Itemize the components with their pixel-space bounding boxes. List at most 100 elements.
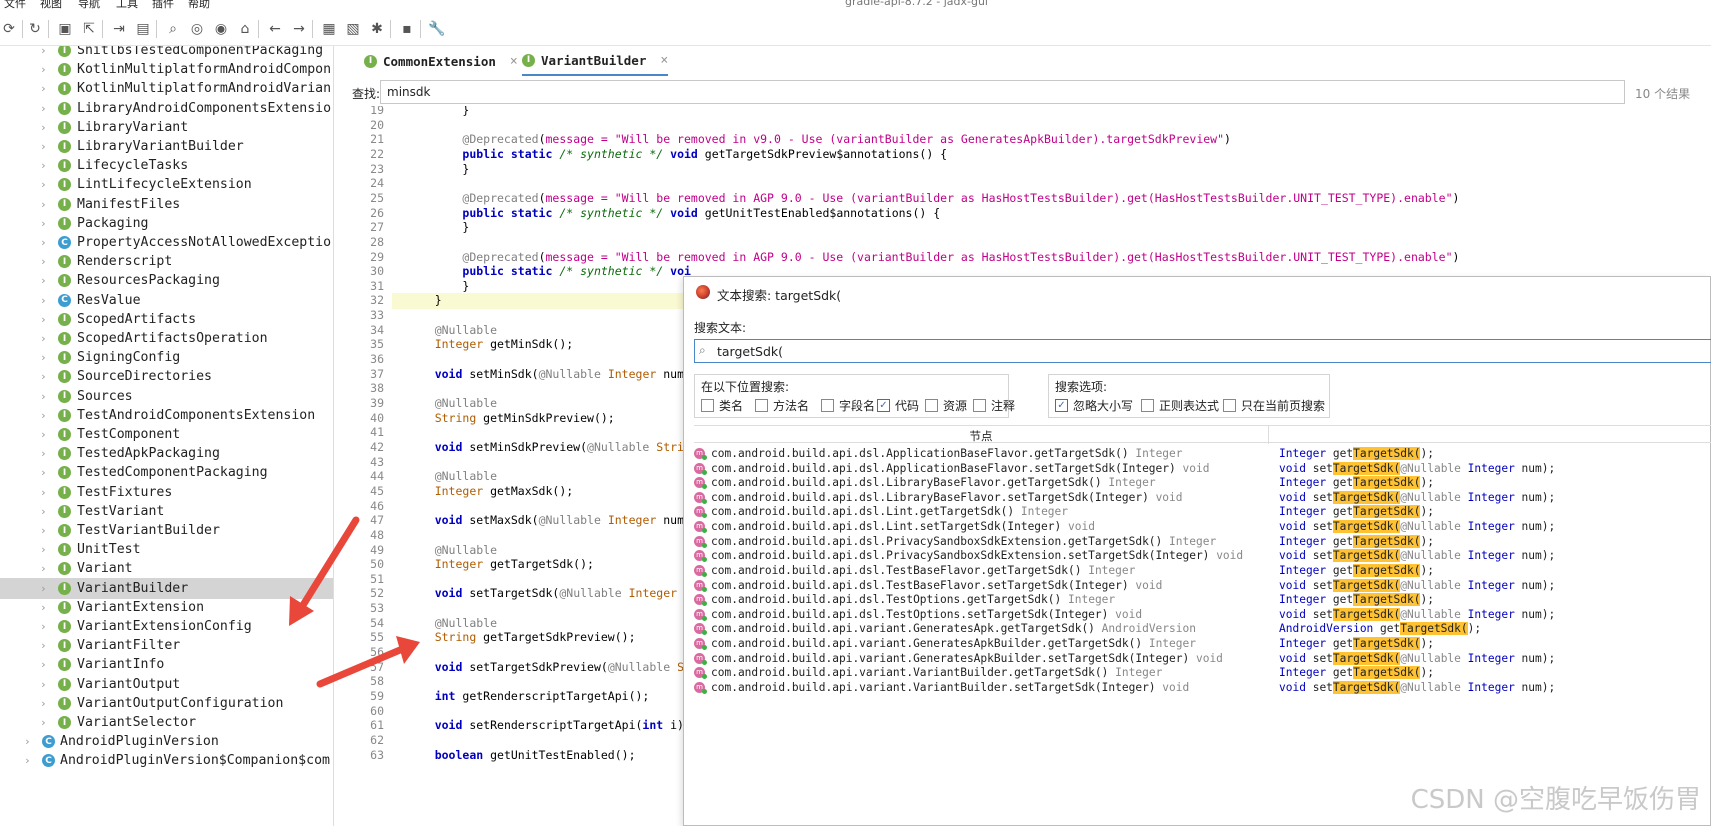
chevron-right-icon[interactable]: › [40,639,47,652]
chevron-right-icon[interactable]: › [40,46,47,57]
checkbox-unchecked-icon[interactable] [755,399,768,412]
chevron-right-icon[interactable]: › [40,601,47,614]
close-icon[interactable]: × [510,54,518,69]
chevron-right-icon[interactable]: › [40,428,47,441]
tree-item[interactable]: › I LibraryAndroidComponentsExtensio [0,98,333,119]
checkbox-option[interactable]: 类名 [701,397,743,414]
checkbox-unchecked-icon[interactable] [701,399,714,412]
chevron-right-icon[interactable]: › [40,505,47,518]
tree-item[interactable]: › I TestAndroidComponentsExtension [0,405,333,426]
checkbox-option[interactable]: 资源 [925,397,967,414]
tree-item[interactable]: › I ScopedArtifactsOperation [0,328,333,349]
tree-item[interactable]: › I VariantOutput [0,674,333,695]
chevron-right-icon[interactable]: › [40,351,47,364]
checkbox-option[interactable]: 注释 [973,397,1015,414]
column-separator[interactable] [1268,426,1269,444]
tab-variantbuilder[interactable]: I VariantBuilder × [522,46,669,76]
chevron-right-icon[interactable]: › [40,447,47,460]
result-row[interactable]: m com.android.build.api.variant.Generates… [694,636,1711,651]
script-icon[interactable]: ✱ [368,20,386,38]
tree-item[interactable]: › I SourceDirectories [0,366,333,387]
result-row[interactable]: m com.android.build.api.dsl.PrivacySandbo… [694,548,1711,563]
tree-item[interactable]: › I LintLifecycleExtension [0,174,333,195]
export-icon[interactable]: ⇱ [80,20,98,38]
chevron-right-icon[interactable]: › [40,543,47,556]
tree-item[interactable]: › I VariantFilter [0,635,333,656]
menu-plugins[interactable]: 插件 [152,0,174,11]
sync-icon[interactable]: ⟳ [0,20,18,38]
checkbox-option[interactable]: 字段名 [821,397,875,414]
tree-item[interactable]: › C ResValue [0,290,333,311]
chevron-right-icon[interactable]: › [40,102,47,115]
chevron-right-icon[interactable]: › [40,409,47,422]
checkbox-checked-icon[interactable]: ✓ [877,399,890,412]
tree-item[interactable]: › I TestFixtures [0,482,333,503]
chevron-right-icon[interactable]: › [40,274,47,287]
tree-item[interactable]: › I SigningConfig [0,347,333,368]
tree-item[interactable]: › I KotlinMultiplatformAndroidVarian [0,78,333,99]
chevron-right-icon[interactable]: › [40,63,47,76]
tree-item[interactable]: › I Sources [0,386,333,407]
search-icon[interactable]: ⌕ [164,20,182,38]
tree-item[interactable]: › I TestVariant [0,501,333,522]
chevron-right-icon[interactable]: › [40,217,47,230]
chevron-right-icon[interactable]: › [40,255,47,268]
tree-item[interactable]: › I VariantOutputConfiguration [0,693,333,714]
result-row[interactable]: m com.android.build.api.dsl.LibraryBaseFl… [694,490,1711,505]
chevron-right-icon[interactable]: › [24,754,31,767]
tree-item[interactable]: › I KotlinMultiplatformAndroidCompon [0,59,333,80]
home-icon[interactable]: ⌂ [236,20,254,38]
chevron-right-icon[interactable]: › [40,466,47,479]
tree-item[interactable]: › I VariantSelector [0,712,333,733]
search-text-input[interactable]: ⌕ targetSdk( [694,339,1711,363]
tab-commonextension[interactable]: I CommonExtension × [364,46,518,76]
column-header-node[interactable]: 节点 [694,428,1268,444]
tree-item[interactable]: › I Renderscript [0,251,333,272]
tree-item[interactable]: › C AndroidPluginVersion [0,731,333,752]
result-row[interactable]: m com.android.build.api.dsl.TestOptions.g… [694,592,1711,607]
search-class-icon[interactable]: ◎ [188,20,206,38]
result-row[interactable]: m com.android.build.api.variant.Generates… [694,651,1711,666]
tree-item[interactable]: › I TestVariantBuilder [0,520,333,541]
tree-item[interactable]: › I Packaging [0,213,333,234]
chevron-right-icon[interactable]: › [40,658,47,671]
menu-view[interactable]: 视图 [40,0,62,11]
deobfuscate-icon[interactable]: ▦ [320,20,338,38]
result-row[interactable]: m com.android.build.api.dsl.Lint.setTarge… [694,519,1711,534]
result-row[interactable]: m com.android.build.api.dsl.PrivacySandbo… [694,534,1711,549]
result-row[interactable]: m com.android.build.api.dsl.LibraryBaseFl… [694,475,1711,490]
class-tree[interactable]: › I SnitlbsTestedComponentPackaging › I Kotli… [0,46,334,826]
result-row[interactable]: m com.android.build.api.variant.VariantBu… [694,680,1711,695]
tree-item[interactable]: › I LifecycleTasks [0,155,333,176]
dialog-titlebar[interactable]: 文本搜索: targetSdk( [684,277,1710,307]
result-row[interactable]: m com.android.build.api.dsl.TestBaseFlavo… [694,578,1711,593]
tree-item[interactable]: › I TestedApkPackaging [0,443,333,464]
back-icon[interactable]: ← [266,20,284,38]
chevron-right-icon[interactable]: › [40,313,47,326]
chevron-right-icon[interactable]: › [40,82,47,95]
checkbox-unchecked-icon[interactable] [1141,399,1154,412]
chevron-right-icon[interactable]: › [40,178,47,191]
checkbox-checked-icon[interactable]: ✓ [1055,399,1068,412]
chevron-right-icon[interactable]: › [40,198,47,211]
tree-item[interactable]: › I ScopedArtifacts [0,309,333,330]
checkbox-option[interactable]: 正则表达式 [1141,397,1219,414]
result-row[interactable]: m com.android.build.api.dsl.TestBaseFlavo… [694,563,1711,578]
menu-tools[interactable]: 工具 [116,0,138,11]
menu-help[interactable]: 帮助 [188,0,210,11]
chevron-right-icon[interactable]: › [40,332,47,345]
checkbox-option[interactable]: 方法名 [755,397,809,414]
save-icon[interactable]: ▣ [56,20,74,38]
result-row[interactable]: m com.android.build.api.dsl.ApplicationBa… [694,461,1711,476]
tree-item[interactable]: › I LibraryVariant [0,117,333,138]
chevron-right-icon[interactable]: › [40,562,47,575]
tree-item[interactable]: › C PropertyAccessNotAllowedExceptio [0,232,333,253]
result-row[interactable]: m com.android.build.api.variant.Generates… [694,621,1711,636]
tree-item[interactable]: › I TestedComponentPackaging [0,462,333,483]
close-icon[interactable]: × [660,53,668,68]
tree-item[interactable]: › I ResourcesPackaging [0,270,333,291]
chevron-right-icon[interactable]: › [40,121,47,134]
checkbox-option[interactable]: 只在当前页搜索 [1223,397,1325,414]
tree-item[interactable]: › I Variant [0,558,333,579]
checkbox-unchecked-icon[interactable] [1223,399,1236,412]
